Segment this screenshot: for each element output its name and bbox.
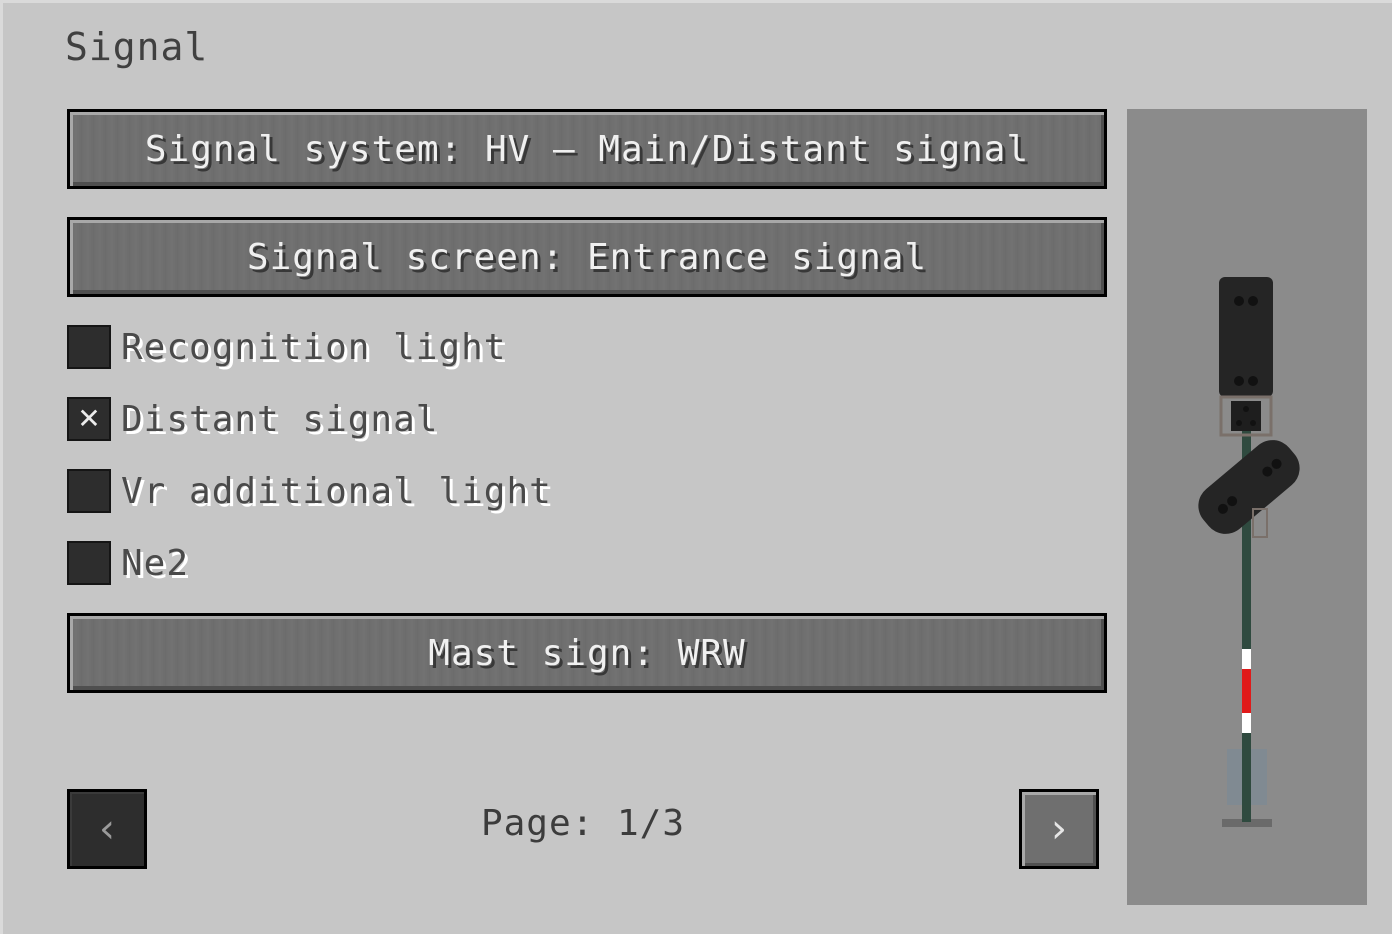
lamp-icon [1248,376,1258,386]
previous-page-button[interactable]: ‹ [67,789,147,869]
mast-stripe-white-icon [1242,649,1251,669]
screen-title: Signal [65,25,209,69]
main-signal-head-icon [1219,277,1273,397]
lamp-icon [1234,296,1244,306]
checkbox-box-checked[interactable]: ✕ [67,397,111,441]
recognition-light-checkbox[interactable]: Recognition light [67,325,506,369]
signal-config-panel: Signal Signal system: HV – Main/Distant … [0,0,1392,934]
lamp-icon [1234,376,1244,386]
checkbox-box[interactable] [67,541,111,585]
vr-additional-light-checkbox[interactable]: Vr additional light [67,469,552,513]
checkbox-box[interactable] [67,469,111,513]
chevron-left-icon: ‹ [99,806,115,852]
mast-stripe-white-icon [1242,713,1251,733]
checkbox-label: Ne2 [121,542,190,584]
next-page-button[interactable]: › [1019,789,1099,869]
signal-screen-button[interactable]: Signal screen: Entrance signal [67,217,1107,297]
checkbox-label: Vr additional light [121,470,552,512]
checkbox-box[interactable] [67,325,111,369]
recognition-light-icon [1231,401,1261,431]
ne2-checkbox[interactable]: Ne2 [67,541,189,585]
signal-preview [1127,109,1367,905]
lamp-icon [1248,296,1258,306]
page-indicator: Page: 1/3 [480,803,686,844]
chevron-right-icon: › [1051,806,1067,852]
checkbox-label: Distant signal [121,398,439,440]
mast-sign-button[interactable]: Mast sign: WRW [67,613,1107,693]
signal-model-icon [1198,277,1300,827]
mast-stripe-red-icon [1242,669,1251,713]
distant-signal-checkbox[interactable]: ✕ Distant signal [67,397,438,441]
signal-system-button[interactable]: Signal system: HV – Main/Distant signal [67,109,1107,189]
checkbox-label: Recognition light [121,326,507,368]
